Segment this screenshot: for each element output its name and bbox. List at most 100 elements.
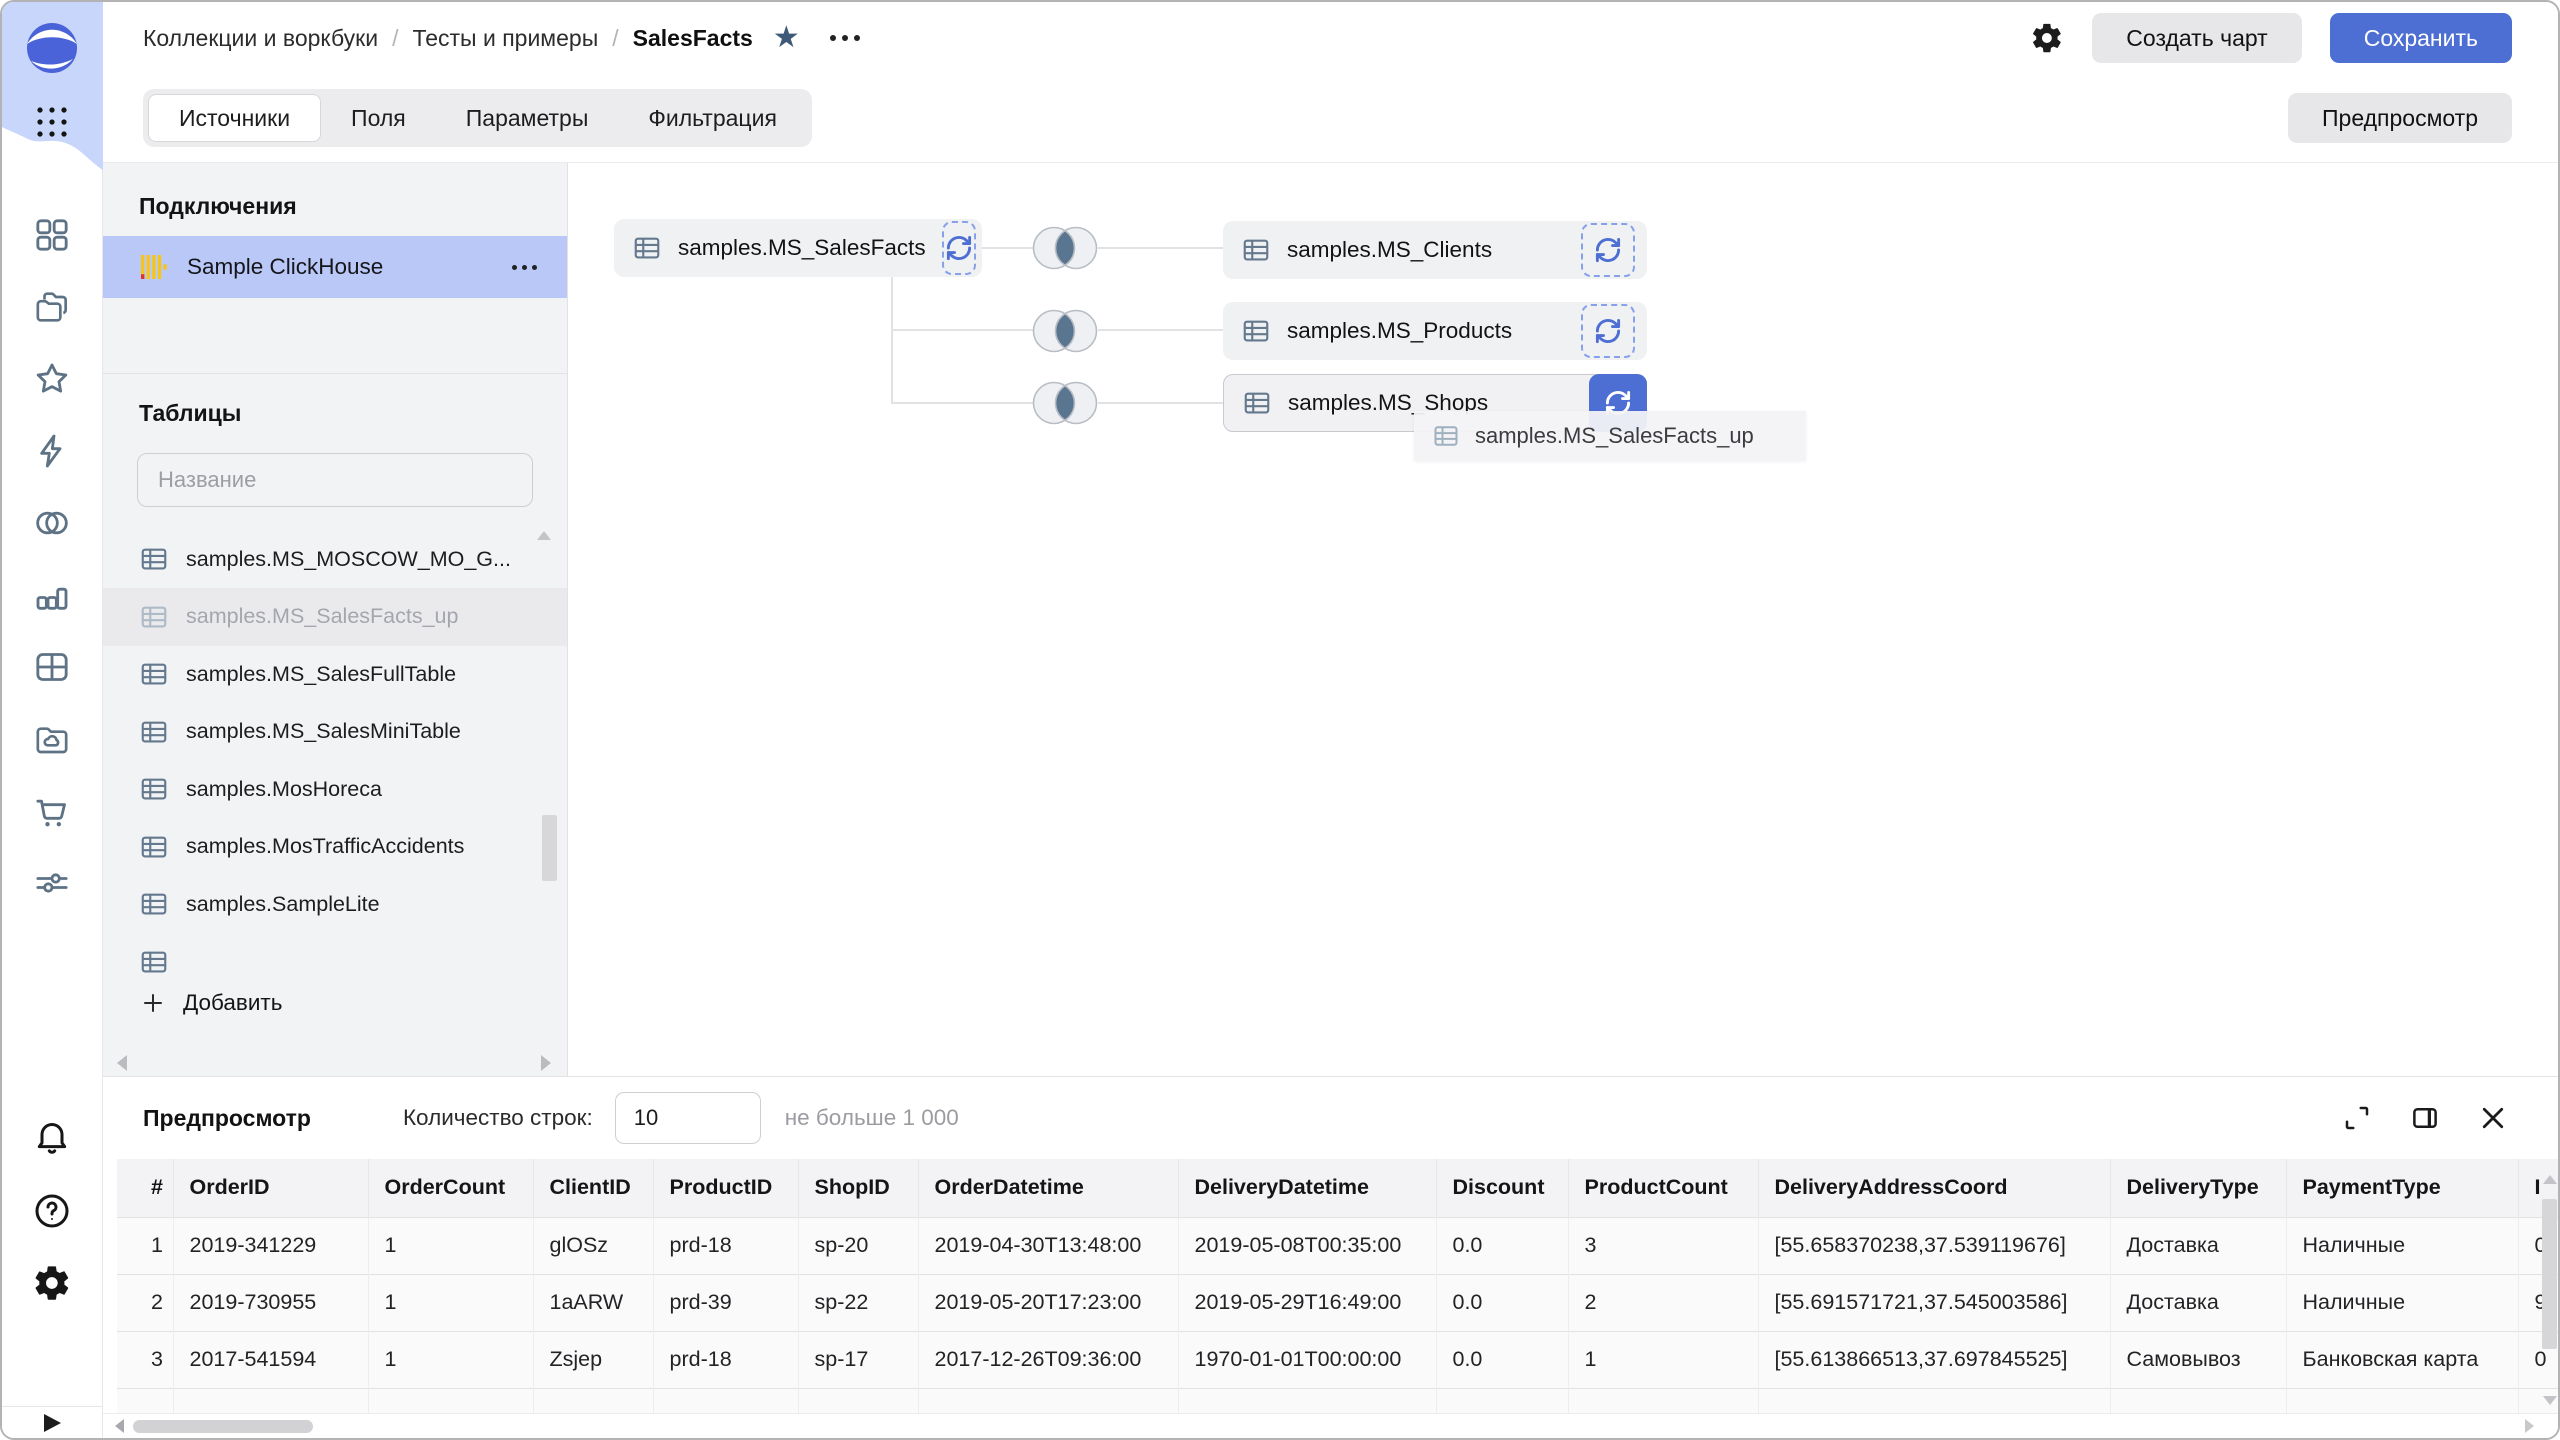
datalens-dataset-window: Коллекции и воркбуки / Тесты и примеры /… bbox=[0, 0, 2560, 1440]
table-item[interactable]: samples.MS_MOSCOW_ULO bbox=[103, 513, 567, 531]
tab-filtering[interactable]: Фильтрация bbox=[618, 94, 807, 142]
tab-parameters[interactable]: Параметры bbox=[436, 94, 619, 142]
hscroll-left-icon[interactable] bbox=[115, 1419, 124, 1433]
vscroll-thumb[interactable] bbox=[2542, 1199, 2557, 1349]
favorites-star-icon[interactable] bbox=[32, 359, 72, 399]
datalens-logo[interactable] bbox=[26, 22, 78, 74]
tables-title: Таблицы bbox=[103, 374, 567, 443]
connection-item-sample-clickhouse[interactable]: Sample ClickHouse bbox=[103, 236, 567, 298]
row-limit-hint: не больше 1 000 bbox=[785, 1105, 959, 1131]
hscroll-thumb[interactable] bbox=[133, 1420, 313, 1433]
table-item-partial[interactable] bbox=[103, 933, 567, 975]
table-item[interactable]: samples.MS_MOSCOW_MO_G... bbox=[103, 531, 567, 589]
hscroll-right-icon[interactable] bbox=[2525, 1419, 2534, 1433]
connections-spacer bbox=[103, 298, 567, 374]
more-menu-icon[interactable] bbox=[830, 35, 860, 41]
source-node-products[interactable]: samples.MS_Products bbox=[1223, 302, 1647, 360]
navigation-grid-icon[interactable] bbox=[32, 215, 72, 255]
top-bar: Коллекции и воркбуки / Тесты и примеры /… bbox=[103, 2, 2558, 74]
add-table-button[interactable]: Добавить bbox=[103, 975, 567, 1031]
preview-toggle-button[interactable]: Предпросмотр bbox=[2288, 93, 2512, 143]
source-node-salesfacts[interactable]: samples.MS_SalesFacts bbox=[614, 219, 982, 277]
column-header: ShopID bbox=[798, 1159, 918, 1217]
table-item[interactable]: samples.MS_SalesMiniTable bbox=[103, 703, 567, 761]
preview-table-wrap: # OrderID OrderCount ClientID ProductID … bbox=[103, 1159, 2558, 1413]
column-header: DeliveryAddressCoord bbox=[1758, 1159, 2110, 1217]
charts-bars-icon[interactable] bbox=[32, 575, 72, 615]
help-question-icon[interactable] bbox=[32, 1191, 72, 1231]
refresh-drop-target-icon[interactable] bbox=[942, 221, 976, 275]
preview-title: Предпросмотр bbox=[143, 1105, 311, 1132]
join-type-icon[interactable] bbox=[1032, 308, 1098, 354]
favorite-star-icon[interactable]: ★ bbox=[773, 23, 800, 53]
connection-name: Sample ClickHouse bbox=[187, 254, 494, 280]
scroll-left-icon[interactable] bbox=[117, 1055, 127, 1071]
column-header: DeliveryType bbox=[2110, 1159, 2286, 1217]
column-header: PaymentType bbox=[2286, 1159, 2518, 1217]
connection-more-icon[interactable] bbox=[512, 265, 537, 270]
column-header: ProductCount bbox=[1568, 1159, 1758, 1217]
marketplace-cart-icon[interactable] bbox=[32, 792, 72, 832]
table-icon bbox=[139, 889, 169, 919]
tab-fields[interactable]: Поля bbox=[321, 94, 436, 142]
join-type-icon[interactable] bbox=[1032, 380, 1098, 426]
list-scrollbar-thumb[interactable] bbox=[542, 815, 557, 881]
table-item[interactable]: samples.MS_SalesFullTable bbox=[103, 646, 567, 704]
list-scroll-up-icon[interactable] bbox=[537, 531, 551, 540]
sources-left-panel: Подключения Sample ClickHouse Таблицы bbox=[103, 163, 568, 1080]
expand-rail-icon[interactable] bbox=[44, 1414, 61, 1432]
table-icon bbox=[139, 659, 169, 689]
table-icon bbox=[1432, 422, 1460, 450]
refresh-drop-target-icon[interactable] bbox=[1581, 223, 1635, 277]
dataset-settings-gear-icon[interactable] bbox=[2030, 21, 2064, 55]
table-icon bbox=[139, 832, 169, 862]
left-rail bbox=[2, 2, 103, 1438]
settings-gear-icon[interactable] bbox=[32, 1263, 72, 1303]
dataset-tabs: Источники Поля Параметры Фильтрация bbox=[143, 89, 812, 147]
breadcrumb-collections[interactable]: Коллекции и воркбуки bbox=[143, 25, 378, 52]
storage-cloud-folder-icon[interactable] bbox=[32, 719, 72, 759]
apps-grid-icon[interactable] bbox=[32, 102, 72, 142]
save-button[interactable]: Сохранить bbox=[2330, 13, 2512, 63]
tab-sources[interactable]: Источники bbox=[148, 94, 321, 142]
join-line bbox=[1098, 247, 1223, 249]
dashboards-table-icon[interactable] bbox=[32, 647, 72, 687]
preview-table: # OrderID OrderCount ClientID ProductID … bbox=[117, 1159, 2558, 1413]
table-icon bbox=[139, 774, 169, 804]
join-canvas[interactable]: samples.MS_SalesFacts bbox=[568, 163, 2558, 1080]
preview-toolbar: Предпросмотр Количество строк: не больше… bbox=[103, 1077, 2558, 1159]
vscroll-up-icon[interactable] bbox=[2543, 1175, 2557, 1184]
table-icon bbox=[139, 717, 169, 747]
table-item[interactable]: samples.MosTrafficAccidents bbox=[103, 818, 567, 876]
column-header: OrderID bbox=[173, 1159, 368, 1217]
breadcrumb: Коллекции и воркбуки / Тесты и примеры /… bbox=[143, 25, 753, 52]
join-line bbox=[891, 277, 893, 404]
create-chart-button[interactable]: Создать чарт bbox=[2092, 13, 2301, 63]
table-item[interactable]: samples.MosHoreca bbox=[103, 761, 567, 819]
vscroll-down-icon[interactable] bbox=[2543, 1396, 2557, 1405]
column-header: Discount bbox=[1436, 1159, 1568, 1217]
connections-lightning-icon[interactable] bbox=[32, 431, 72, 471]
breadcrumb-dataset-name: SalesFacts bbox=[633, 25, 753, 52]
join-line bbox=[982, 247, 1034, 249]
join-type-icon[interactable] bbox=[1032, 225, 1098, 271]
refresh-drop-target-icon[interactable] bbox=[1581, 304, 1635, 358]
scroll-right-icon[interactable] bbox=[541, 1055, 551, 1071]
preview-row-partial bbox=[117, 1388, 2558, 1413]
table-item[interactable]: samples.SampleLite bbox=[103, 876, 567, 934]
row-count-label: Количество строк: bbox=[403, 1105, 593, 1131]
close-preview-icon[interactable] bbox=[2478, 1103, 2508, 1133]
row-count-input[interactable] bbox=[615, 1092, 761, 1144]
notifications-bell-icon[interactable] bbox=[32, 1117, 72, 1157]
preview-vscrollbar bbox=[2541, 1175, 2558, 1405]
table-search-input[interactable] bbox=[158, 467, 512, 493]
services-sliders-icon[interactable] bbox=[32, 863, 72, 903]
collections-folders-icon[interactable] bbox=[32, 287, 72, 327]
breadcrumb-workbook[interactable]: Тесты и примеры bbox=[412, 25, 598, 52]
table-icon bbox=[1241, 316, 1271, 346]
split-view-icon[interactable] bbox=[2410, 1103, 2440, 1133]
fullscreen-icon[interactable] bbox=[2342, 1103, 2372, 1133]
datasets-circles-icon[interactable] bbox=[32, 503, 72, 543]
source-node-clients[interactable]: samples.MS_Clients bbox=[1223, 221, 1647, 279]
table-item-dragging[interactable]: samples.MS_SalesFacts_up bbox=[103, 588, 567, 646]
